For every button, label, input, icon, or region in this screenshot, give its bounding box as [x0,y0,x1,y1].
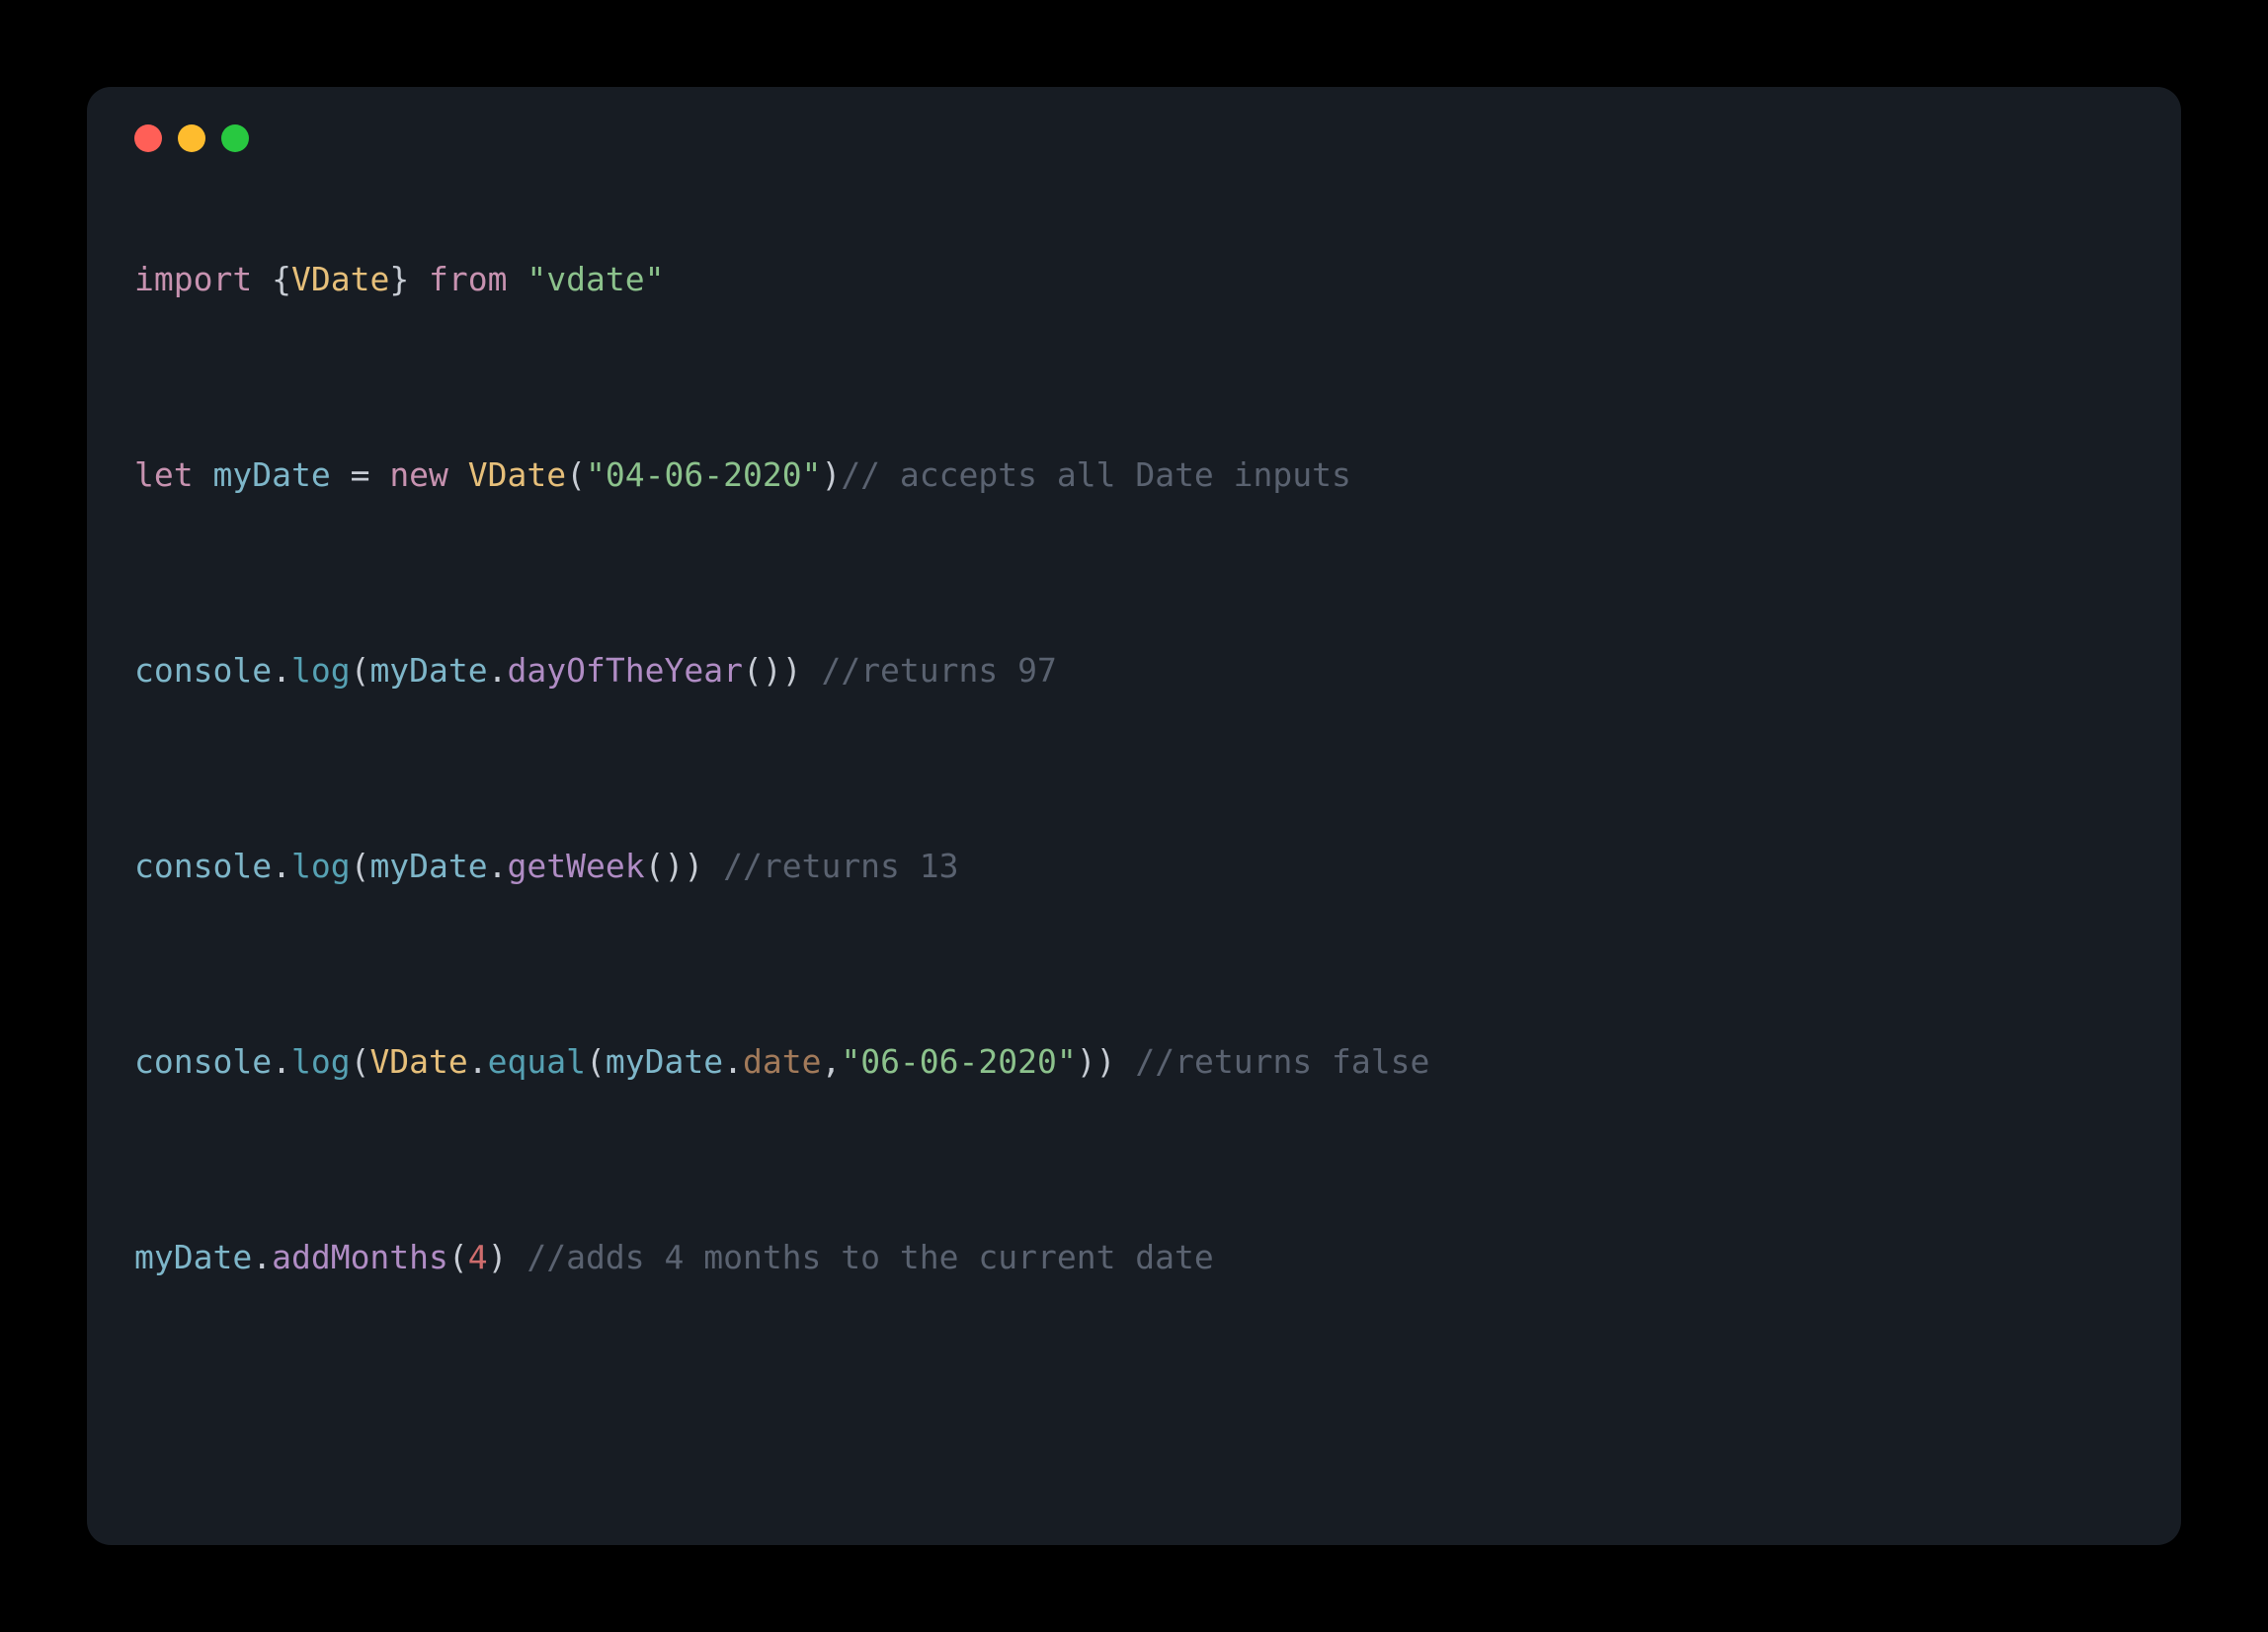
dot: . [272,1042,291,1081]
ident-mydate: myDate [369,651,487,690]
ident-mydate: myDate [606,1042,723,1081]
method-getweek: getWeek [508,847,645,885]
comment: //returns 13 [723,847,958,885]
blank-line [134,744,2134,793]
ident-console: console [134,651,272,690]
type-vdate: VDate [291,260,389,298]
keyword-let: let [134,455,194,494]
space [1116,1042,1136,1081]
string-date2: "06-06-2020" [841,1042,1076,1081]
ident-mydate: myDate [369,847,487,885]
comment: // accepts all Date inputs [841,455,1351,494]
dot: . [272,651,291,690]
blank-line [134,353,2134,402]
brace-close: } [389,260,409,298]
paren-close: ) [782,651,802,690]
paren-open: ( [351,1042,370,1081]
comment: //returns 97 [821,651,1056,690]
code-line-5: console.log(myDate.dayOfTheYear()) //ret… [134,646,2134,695]
paren-close: ) [1096,1042,1116,1081]
method-addmonths: addMonths [272,1238,448,1276]
paren-open: ( [351,651,370,690]
string-date: "04-06-2020" [586,455,821,494]
code-window: import {VDate} from "vdate" let myDate =… [87,87,2181,1545]
space [194,455,213,494]
prop-date: date [743,1042,821,1081]
blank-line [134,1135,2134,1184]
dot: . [272,847,291,885]
code-block: import {VDate} from "vdate" let myDate =… [134,205,2134,1379]
dot: . [488,847,508,885]
paren-close: ) [821,455,841,494]
equals: = [331,455,390,494]
paren-open: ( [448,1238,468,1276]
paren-open: ( [566,455,586,494]
paren-close: ) [684,847,703,885]
keyword-import: import [134,260,252,298]
method-dayoftheyear: dayOfTheYear [508,651,743,690]
blank-line [134,939,2134,989]
brace-open: { [252,260,291,298]
dot: . [468,1042,488,1081]
zoom-icon[interactable] [221,124,249,152]
code-line-1: import {VDate} from "vdate" [134,255,2134,304]
keyword-new: new [389,455,448,494]
keyword-from: from [409,260,526,298]
dot: . [723,1042,743,1081]
paren-open: ( [586,1042,606,1081]
code-line-7: console.log(myDate.getWeek()) //returns … [134,842,2134,891]
method-log: log [291,847,351,885]
paren-pair: () [743,651,782,690]
ident-console: console [134,847,272,885]
dot: . [252,1238,272,1276]
method-log: log [291,651,351,690]
paren-close: ) [1077,1042,1096,1081]
comment: //adds 4 months to the current date [526,1238,1213,1276]
space [703,847,723,885]
comment: //returns false [1135,1042,1429,1081]
code-line-9: console.log(VDate.equal(myDate.date,"06-… [134,1037,2134,1087]
comma: , [821,1042,841,1081]
type-vdate: VDate [468,455,566,494]
window-traffic-lights [134,124,2134,152]
minimize-icon[interactable] [178,124,205,152]
space [508,1238,527,1276]
dot: . [488,651,508,690]
method-equal: equal [488,1042,586,1081]
code-line-3: let myDate = new VDate("04-06-2020")// a… [134,450,2134,500]
blank-line [134,548,2134,598]
space [802,651,822,690]
ident-console: console [134,1042,272,1081]
method-log: log [291,1042,351,1081]
paren-open: ( [351,847,370,885]
paren-pair: () [645,847,685,885]
type-vdate: VDate [369,1042,467,1081]
string-vdate: "vdate" [526,260,664,298]
ident-mydate: myDate [134,1238,252,1276]
paren-close: ) [488,1238,508,1276]
number-4: 4 [468,1238,488,1276]
close-icon[interactable] [134,124,162,152]
ident-mydate: myDate [212,455,330,494]
space [448,455,468,494]
code-line-11: myDate.addMonths(4) //adds 4 months to t… [134,1233,2134,1282]
